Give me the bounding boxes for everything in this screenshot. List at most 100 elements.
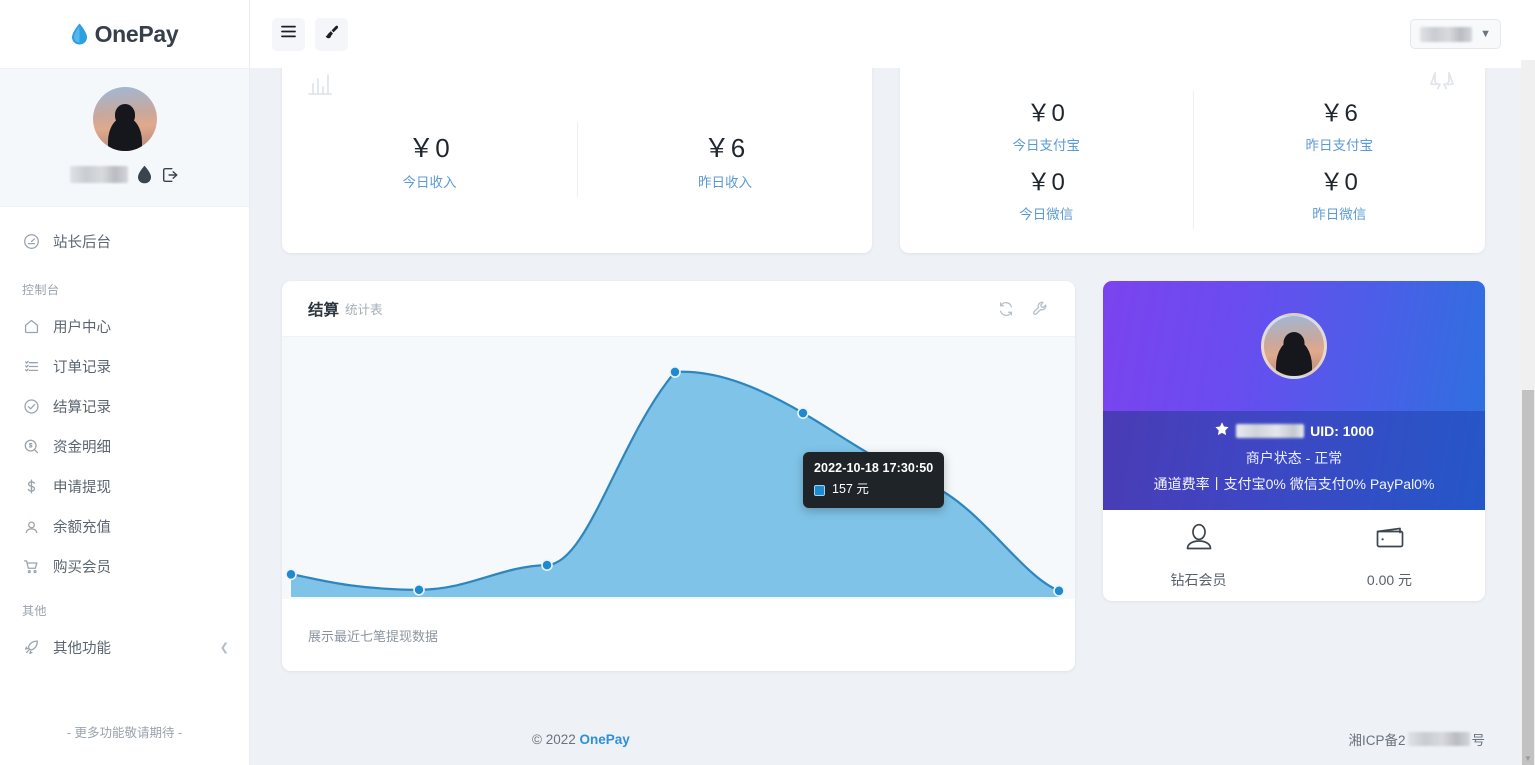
- chart-tooltip: 2022-10-18 17:30:50 157 元: [803, 452, 945, 508]
- series-swatch-icon: [814, 484, 825, 496]
- channel-stat-card: ￥0 今日支付宝 ￥0 今日微信 ￥6 昨日支付宝 ￥0 昨日微信: [900, 68, 1485, 253]
- avatar[interactable]: [92, 87, 157, 151]
- scrollbar-thumb[interactable]: [1522, 390, 1534, 765]
- sidebar-item-fund-details[interactable]: 资金明细: [0, 426, 249, 466]
- settlement-chart-card: 结算 统计表 2022-10-18 17:30:50 157 元 展示最近七笔提…: [282, 281, 1075, 671]
- sidebar-item-label: 申请提现: [53, 479, 111, 496]
- stat-cell: ￥0 今日支付宝: [1013, 91, 1081, 160]
- water-drop-icon[interactable]: [137, 165, 152, 184]
- chart-title: 结算: [308, 301, 340, 319]
- page-scrollbar[interactable]: ▼: [1521, 60, 1535, 765]
- stat-cell: ￥0 昨日微信: [1312, 160, 1366, 229]
- sidebar-item-label: 订单记录: [53, 359, 111, 376]
- brand-logo[interactable]: OnePay: [0, 0, 249, 68]
- page-footer: © 2022 OnePay 湘ICP备2 号: [500, 713, 1519, 765]
- account-select[interactable]: ▼: [1410, 19, 1501, 49]
- sidebar-item-user-center[interactable]: 用户中心: [0, 306, 249, 346]
- stat-label: 昨日微信: [1312, 206, 1367, 222]
- stat-label: 今日收入: [402, 175, 457, 190]
- member-info: UID: 1000 商户状态 - 正常 通道费率丨支付宝0% 微信支付0% Pa…: [1103, 411, 1485, 510]
- stat-value: ￥6: [1319, 99, 1359, 127]
- bar-chart-icon: [306, 70, 334, 103]
- wallet-icon: [1373, 521, 1407, 555]
- stat-value: ￥0: [1026, 168, 1066, 196]
- icp-number-redacted: [1407, 732, 1470, 746]
- chart-plot-area[interactable]: 2022-10-18 17:30:50 157 元: [282, 337, 1075, 599]
- stat-label: 昨日收入: [698, 175, 752, 190]
- sidebar-item-settlement-records[interactable]: 结算记录: [0, 386, 249, 426]
- refresh-icon[interactable]: [997, 300, 1015, 318]
- water-drop-icon: [71, 23, 87, 45]
- sidebar-item-label: 购买会员: [53, 559, 111, 576]
- member-uid: UID: 1000: [1310, 422, 1374, 439]
- cart-icon: [22, 557, 40, 575]
- stat-label: 今日微信: [1019, 206, 1074, 222]
- sidebar-item-buy-membership[interactable]: 购买会员: [0, 546, 249, 586]
- footer-brand-link[interactable]: OnePay: [580, 732, 630, 747]
- scroll-down-arrow-icon[interactable]: ▼: [1521, 751, 1535, 765]
- topbar: ▼: [250, 0, 1535, 68]
- tooltip-date: 2022-10-18 17:30:50: [814, 461, 934, 475]
- main-area: ▼ ￥0 今日收入 ￥6 昨日收入 ￥0 今日支付宝 ￥0 今日微信 ￥6 昨日…: [250, 0, 1535, 765]
- copyright-prefix: © 2022: [532, 731, 576, 747]
- sidebar-item-withdraw[interactable]: 申请提现: [0, 466, 249, 506]
- sidebar-top-group: 站长后台: [0, 221, 249, 265]
- stat-label: 今日支付宝: [1012, 137, 1081, 153]
- sidebar-item-label: 余额充值: [53, 519, 111, 536]
- sidebar-footer-note: - 更多功能敬请期待 -: [66, 726, 183, 740]
- theme-button[interactable]: [315, 17, 348, 51]
- app-root: OnePay 站长后台 控制台 用户中心 订单记录 结算记录 资金明细 申请提现…: [0, 0, 1535, 765]
- icp-prefix: 湘ICP备2: [1348, 733, 1406, 748]
- chevron-down-icon: ▼: [1480, 27, 1491, 40]
- member-balance-label: 0.00 元: [1366, 572, 1413, 588]
- member-avatar[interactable]: [1261, 313, 1327, 379]
- stat-cell: ￥0 今日收入: [403, 122, 457, 197]
- account-select-value-redacted: [1420, 26, 1473, 42]
- stat-value: ￥0: [408, 133, 451, 163]
- member-status: 商户状态 - 正常: [1245, 450, 1343, 466]
- channel-yesterday-col: ￥6 昨日支付宝 ￥0 昨日微信: [1192, 90, 1486, 229]
- search-money-icon: [22, 437, 40, 455]
- sidebar-item-label: 其他功能: [53, 640, 111, 657]
- chart-subtitle: 统计表: [345, 303, 383, 317]
- stat-cell: ￥6 昨日收入: [698, 122, 752, 197]
- sidebar-profile: [0, 68, 249, 207]
- member-name-redacted: [1236, 423, 1305, 438]
- member-balance-stat: 0.00 元: [1294, 521, 1485, 590]
- icp-record: 湘ICP备2 号: [1348, 729, 1485, 749]
- home-icon: [22, 317, 40, 335]
- menu-toggle-button[interactable]: [272, 17, 305, 51]
- award-ribbon-icon: [1427, 70, 1457, 105]
- sidebar-item-order-records[interactable]: 订单记录: [0, 346, 249, 386]
- data-point[interactable]: [1053, 584, 1065, 597]
- chevron-left-icon[interactable]: ❮: [220, 641, 229, 654]
- person-icon: [1182, 521, 1216, 555]
- wrench-icon[interactable]: [1031, 300, 1049, 318]
- stat-value: ￥6: [703, 133, 747, 163]
- stat-label: 昨日支付宝: [1305, 137, 1374, 153]
- logout-icon[interactable]: [161, 166, 179, 184]
- paint-brush-icon: [324, 24, 340, 45]
- page-content: ￥0 今日收入 ￥6 昨日收入 ￥0 今日支付宝 ￥0 今日微信 ￥6 昨日支付…: [250, 68, 1519, 765]
- channel-stat-grid: ￥0 今日支付宝 ￥0 今日微信 ￥6 昨日支付宝 ￥0 昨日微信: [900, 68, 1485, 253]
- member-card: UID: 1000 商户状态 - 正常 通道费率丨支付宝0% 微信支付0% Pa…: [1103, 281, 1485, 601]
- brand-name: OnePay: [94, 20, 179, 47]
- stat-cell: ￥6 昨日支付宝: [1306, 91, 1374, 160]
- dashboard-icon: [22, 232, 40, 250]
- data-point[interactable]: [797, 407, 809, 419]
- data-point[interactable]: [285, 568, 297, 581]
- data-point[interactable]: [541, 559, 553, 572]
- member-rates: 通道费率丨支付宝0% 微信支付0% PayPal0%: [1153, 476, 1435, 492]
- tooltip-value-row: 157 元: [814, 480, 933, 499]
- sidebar-item-recharge[interactable]: 余额充值: [0, 506, 249, 546]
- sidebar-item-dashboard[interactable]: 站长后台: [0, 221, 249, 261]
- sidebar-item-label: 用户中心: [53, 319, 111, 336]
- sidebar-item-other-features[interactable]: 其他功能 ❮: [0, 627, 249, 667]
- sidebar-item-label: 站长后台: [53, 234, 111, 251]
- data-point[interactable]: [669, 365, 681, 378]
- stat-value: ￥0: [1026, 99, 1066, 127]
- data-point[interactable]: [413, 583, 425, 596]
- income-stat-grid: ￥0 今日收入 ￥6 昨日收入: [282, 68, 872, 253]
- chart-card-header: 结算 统计表: [282, 281, 1075, 337]
- member-level-stat: 钻石会员: [1103, 521, 1294, 590]
